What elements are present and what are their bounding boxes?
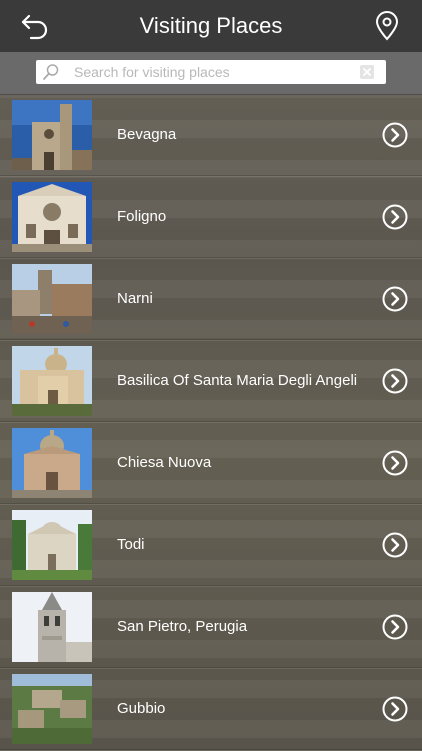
place-name: Gubbio: [117, 700, 166, 717]
place-thumbnail: [12, 674, 92, 744]
place-name: Bevagna: [117, 126, 177, 143]
place-name: Foligno: [117, 208, 167, 225]
nav-bar: Visiting Places: [0, 0, 422, 53]
place-name: Todi: [117, 536, 145, 553]
list-item[interactable]: Bevagna: [0, 95, 422, 177]
place-name: Narni: [117, 290, 153, 307]
place-name: Basilica Of Santa Maria Degli Angeli: [117, 372, 358, 389]
list-item[interactable]: Foligno: [0, 177, 422, 259]
page-title: Visiting Places: [139, 13, 283, 38]
place-name: Chiesa Nuova: [117, 454, 212, 471]
back-arrow-icon: [21, 14, 48, 40]
chevron-right-icon[interactable]: [382, 286, 408, 312]
list-item[interactable]: San Pietro, Perugia: [0, 587, 422, 669]
chevron-right-icon[interactable]: [382, 368, 408, 394]
search-bar: [0, 52, 422, 95]
chevron-right-icon[interactable]: [382, 204, 408, 230]
place-thumbnail: [12, 100, 92, 170]
place-thumbnail: [12, 510, 92, 580]
list-item[interactable]: Chiesa Nuova: [0, 423, 422, 505]
clear-search-icon[interactable]: [360, 65, 374, 79]
chevron-right-icon[interactable]: [382, 450, 408, 476]
search-icon: [43, 64, 59, 80]
chevron-right-icon[interactable]: [382, 532, 408, 558]
back-button[interactable]: [20, 12, 50, 40]
place-name: San Pietro, Perugia: [117, 618, 248, 635]
map-button[interactable]: [374, 11, 400, 41]
places-list: Bevagna Foligno Narni Basilica Of Santa …: [0, 95, 422, 751]
place-thumbnail: [12, 346, 92, 416]
list-item[interactable]: Gubbio: [0, 669, 422, 751]
place-thumbnail: [12, 592, 92, 662]
list-item[interactable]: Todi: [0, 505, 422, 587]
list-item[interactable]: Basilica Of Santa Maria Degli Angeli: [0, 341, 422, 423]
list-item[interactable]: Narni: [0, 259, 422, 341]
search-field[interactable]: [36, 60, 386, 84]
place-thumbnail: [12, 182, 92, 252]
chevron-right-icon[interactable]: [382, 122, 408, 148]
chevron-right-icon[interactable]: [382, 614, 408, 640]
search-input[interactable]: [74, 60, 354, 84]
map-pin-icon: [375, 11, 399, 41]
place-thumbnail: [12, 264, 92, 334]
place-thumbnail: [12, 428, 92, 498]
chevron-right-icon[interactable]: [382, 696, 408, 722]
